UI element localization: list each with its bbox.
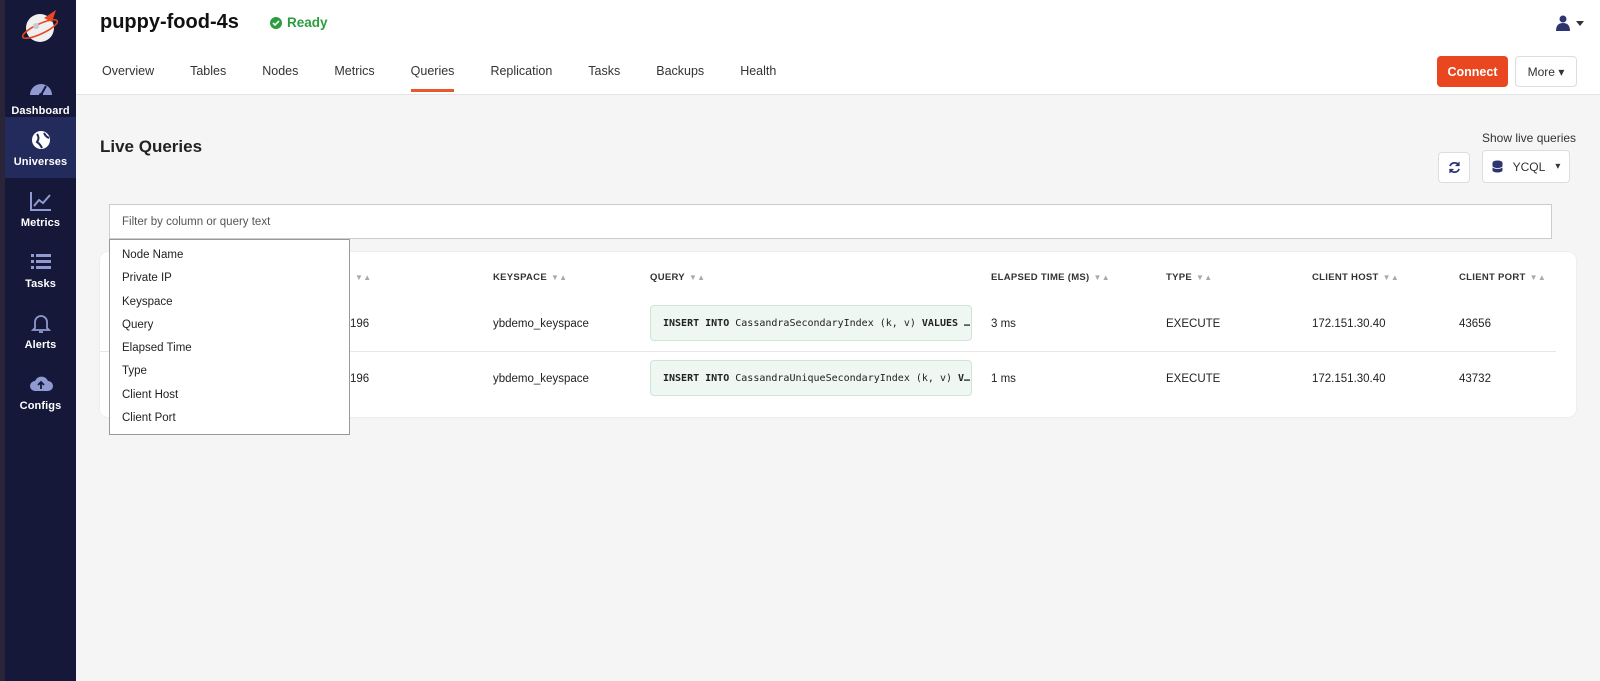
tab-replication[interactable]: Replication (490, 64, 552, 92)
column-header-client-host[interactable]: CLIENT HOST ▼▲ (1312, 272, 1399, 283)
caret-down-icon: ▾ (1558, 64, 1565, 79)
sidebar-item-label: Dashboard (11, 105, 70, 117)
caret-down-icon: ▾ (1555, 161, 1561, 172)
check-circle-icon (270, 16, 282, 29)
cell-type: EXECUTE (1166, 373, 1221, 385)
tab-queries[interactable]: Queries (410, 64, 455, 92)
cell-client-host: 172.151.30.40 (1312, 373, 1386, 385)
sort-icon: ▼▲ (1529, 273, 1547, 282)
sidebar-item-label: Alerts (24, 339, 57, 351)
more-label: More (1527, 64, 1555, 79)
sidebar-item-universes[interactable]: Universes (5, 117, 76, 178)
sort-icon: ▼▲ (688, 273, 706, 282)
column-header-private-ip-sort[interactable]: ▼▲ (351, 272, 371, 283)
user-icon (1556, 15, 1570, 31)
column-header-keyspace[interactable]: KEYSPACE ▼▲ (493, 272, 567, 283)
status-text: Ready (287, 15, 328, 30)
tab-overview[interactable]: Overview (102, 64, 154, 92)
refresh-icon (1448, 161, 1460, 174)
sidebar-item-alerts[interactable]: Alerts (5, 300, 76, 361)
sort-icon: ▼▲ (355, 273, 372, 282)
api-selector-dropdown[interactable]: YCQL ▾ (1482, 150, 1570, 183)
sidebar-item-label: Universes (13, 156, 68, 168)
cell-elapsed-time: 3 ms (991, 318, 1016, 330)
sort-icon: ▼▲ (1382, 273, 1400, 282)
cell-query[interactable]: INSERT INTO CassandraSecondaryIndex (k, … (650, 305, 972, 341)
cell-type: EXECUTE (1166, 318, 1221, 330)
more-button[interactable]: More ▾ (1515, 56, 1577, 87)
sidebar-item-tasks[interactable]: Tasks (5, 239, 76, 300)
dropdown-option-private-ip[interactable]: Private IP (110, 267, 349, 290)
bell-icon (30, 315, 51, 333)
cell-private-ip: 196 (350, 318, 370, 330)
filter-column-dropdown: Node Name Private IP Keyspace Query Elap… (109, 239, 350, 435)
cell-query[interactable]: INSERT INTO CassandraUniqueSecondaryInde… (650, 360, 972, 396)
tab-backups[interactable]: Backups (656, 64, 704, 92)
dropdown-option-keyspace[interactable]: Keyspace (110, 291, 349, 314)
sidebar-item-label: Tasks (25, 278, 56, 290)
sidebar-item-label: Metrics (20, 217, 61, 229)
status-badge: Ready (270, 15, 328, 30)
sort-icon: ▼▲ (1196, 273, 1213, 282)
database-icon (1491, 160, 1503, 173)
cell-elapsed-time: 1 ms (991, 373, 1016, 385)
tab-tables[interactable]: Tables (190, 64, 226, 92)
dropdown-option-client-host[interactable]: Client Host (110, 384, 349, 407)
cloud-upload-icon (29, 376, 53, 391)
sidebar: Dashboard Universes Metrics Tasks Alerts… (5, 0, 76, 681)
universe-tabs: Overview Tables Nodes Metrics Queries Re… (102, 64, 812, 92)
cell-client-port: 43732 (1459, 373, 1491, 385)
rocket-logo-icon[interactable] (20, 8, 62, 44)
dropdown-option-type[interactable]: Type (110, 360, 349, 383)
column-header-client-port[interactable]: CLIENT PORT ▼▲ (1459, 272, 1546, 283)
dropdown-option-query[interactable]: Query (110, 314, 349, 337)
dropdown-option-client-port[interactable]: Client Port (110, 407, 349, 430)
cell-keyspace: ybdemo_keyspace (493, 373, 589, 385)
list-icon (30, 254, 51, 269)
caret-down-icon (1576, 20, 1584, 26)
dropdown-option-elapsed-time[interactable]: Elapsed Time (110, 337, 349, 360)
column-header-elapsed-time[interactable]: ELAPSED TIME (MS) ▼▲ (991, 272, 1110, 283)
universe-header: puppy-food-4s Ready Overview Tables Node… (76, 0, 1600, 95)
filter-input[interactable] (109, 204, 1552, 239)
page-title: puppy-food-4s (100, 11, 239, 33)
sort-icon: ▼▲ (550, 273, 568, 282)
tab-tasks[interactable]: Tasks (588, 64, 620, 92)
cell-keyspace: ybdemo_keyspace (493, 318, 589, 330)
cell-client-host: 172.151.30.40 (1312, 318, 1386, 330)
dashboard-icon (29, 84, 52, 97)
show-live-label: Show live queries (1482, 131, 1577, 145)
dropdown-option-node-name[interactable]: Node Name (110, 244, 349, 267)
sidebar-item-label: Configs (19, 400, 62, 412)
cell-private-ip: 196 (350, 373, 370, 385)
tab-nodes[interactable]: Nodes (262, 64, 298, 92)
cell-client-port: 43656 (1459, 318, 1491, 330)
user-menu[interactable] (1556, 15, 1584, 31)
sidebar-item-metrics[interactable]: Metrics (5, 178, 76, 239)
tab-health[interactable]: Health (740, 64, 776, 92)
tab-metrics[interactable]: Metrics (334, 64, 374, 92)
column-header-query[interactable]: QUERY ▼▲ (650, 272, 705, 283)
refresh-button[interactable] (1438, 152, 1470, 183)
sort-icon: ▼▲ (1093, 273, 1110, 282)
api-selector-label: YCQL (1512, 159, 1546, 174)
chart-line-icon (29, 192, 51, 211)
column-header-type[interactable]: TYPE ▼▲ (1166, 272, 1212, 283)
sidebar-item-configs[interactable]: Configs (5, 361, 76, 422)
section-title: Live Queries (100, 137, 203, 156)
connect-button[interactable]: Connect (1437, 56, 1508, 87)
globe-icon (31, 131, 50, 149)
